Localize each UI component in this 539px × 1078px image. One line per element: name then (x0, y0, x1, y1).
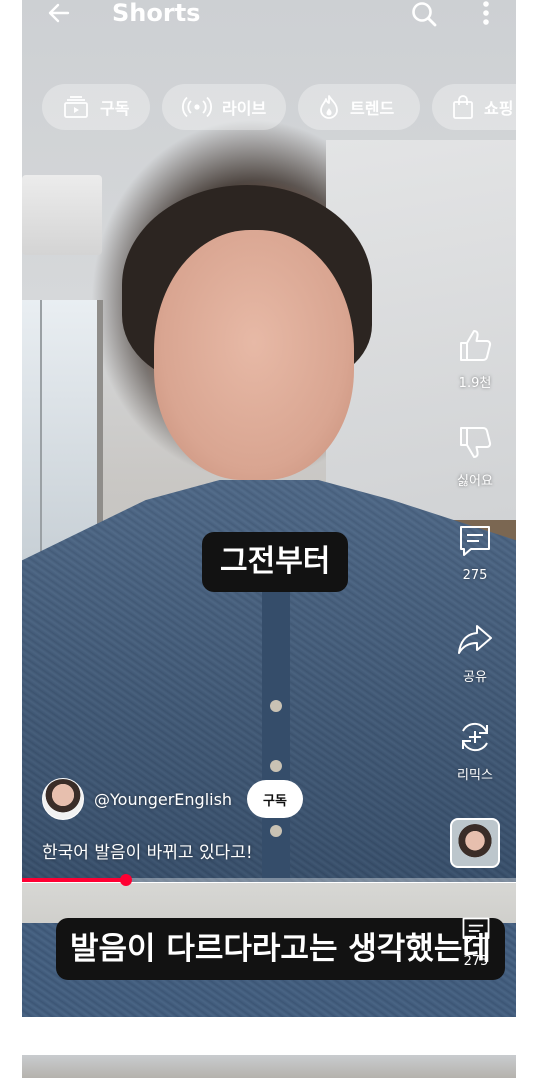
chip-live[interactable]: 라이브 (162, 84, 286, 130)
next-comments-button[interactable]: 275 (458, 914, 494, 969)
comment-icon (462, 917, 490, 945)
shirt-button (270, 760, 282, 772)
page-title: Shorts (112, 0, 201, 27)
video-description[interactable]: 한국어 발음이 바뀌고 있다고! (42, 838, 253, 863)
chip-label: 쇼핑 (484, 99, 514, 118)
remix-button[interactable]: 리믹스 (444, 718, 506, 783)
third-video-frame[interactable] (22, 1055, 516, 1078)
video-caption: 그전부터 (202, 532, 349, 592)
search-icon[interactable] (410, 0, 438, 28)
subscribe-button[interactable]: 구독 (247, 780, 303, 818)
remix-thumbnail[interactable] (450, 818, 500, 868)
thumb-up-icon (460, 330, 492, 361)
channel-handle[interactable]: @YoungerEnglish (94, 790, 232, 809)
chip-trending[interactable]: 트렌드 (298, 84, 420, 130)
progress-knob[interactable] (119, 874, 132, 886)
channel-row: @YoungerEnglish 구독 (42, 778, 342, 822)
comments-button[interactable]: 275 (444, 522, 506, 583)
subscriptions-icon (64, 96, 88, 118)
shopping-bag-icon (453, 95, 473, 119)
dislike-label: 싫어요 (457, 474, 493, 489)
like-count: 1.9천 (458, 376, 492, 391)
video-frame[interactable] (22, 0, 516, 882)
channel-avatar[interactable] (42, 778, 84, 820)
chip-shopping[interactable]: 쇼핑 (432, 84, 516, 130)
chip-label: 구독 (100, 99, 130, 118)
next-video-caption: 발음이 다르다라고는 생각했는데 (56, 918, 505, 980)
remix-label: 리믹스 (457, 768, 493, 783)
progress-fill (22, 878, 126, 882)
back-arrow-icon[interactable] (46, 0, 72, 26)
trending-flame-icon (320, 95, 338, 119)
comment-count: 275 (463, 954, 489, 969)
thumb-down-icon (460, 427, 492, 458)
chip-subscriptions[interactable]: 구독 (42, 84, 150, 130)
person-face (154, 230, 354, 480)
shirt-button (270, 825, 282, 837)
background-window (22, 300, 103, 560)
share-button[interactable]: 공유 (444, 620, 506, 685)
remix-icon (462, 722, 488, 752)
comment-count: 275 (462, 568, 488, 583)
more-vert-icon[interactable] (478, 0, 494, 28)
like-button[interactable]: 1.9천 (444, 326, 506, 391)
chip-label: 트렌드 (350, 99, 395, 118)
share-label: 공유 (463, 670, 487, 685)
live-icon (182, 96, 212, 118)
background-ac-unit (22, 175, 102, 255)
dislike-button[interactable]: 싫어요 (444, 424, 506, 489)
chip-label: 라이브 (222, 99, 267, 118)
comment-icon (460, 526, 490, 556)
category-chips: 구독 라이브 트렌드 쇼핑 (42, 84, 516, 132)
shirt-button (270, 700, 282, 712)
progress-bar[interactable] (22, 874, 516, 886)
top-bar: Shorts (22, 0, 516, 36)
share-icon (458, 625, 492, 654)
